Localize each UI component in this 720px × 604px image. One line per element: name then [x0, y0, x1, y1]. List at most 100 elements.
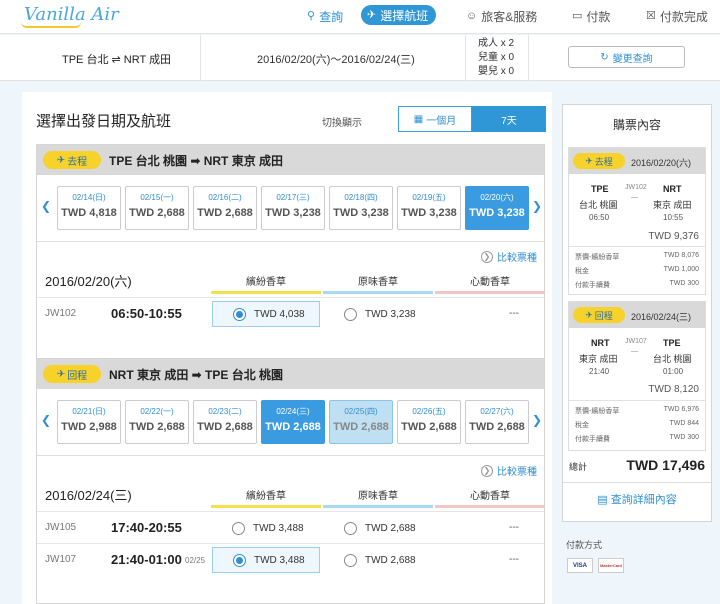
date-price: TWD 2,688 — [197, 421, 253, 433]
fee-value: TWD 300 — [669, 280, 699, 287]
grand-total-value: TWD 17,496 — [626, 457, 705, 473]
fee-label: 票價-繽紛香草 — [575, 254, 620, 261]
prev-week-arrow[interactable]: ❮ — [41, 413, 51, 427]
fare-header-plain: 原味香草 — [358, 277, 398, 288]
fare-option-plain[interactable]: TWD 3,238 — [324, 301, 432, 327]
dep-code: NRT — [591, 338, 610, 348]
sidebar-return-date: 2016/02/24(三) — [631, 312, 692, 322]
date-price: TWD 2,688 — [469, 421, 525, 433]
date-tab[interactable]: 02/16(二) TWD 2,688 — [193, 186, 257, 230]
flight-selection-panel: 選擇出發日期及航班 切換顯示 ▦ 一個月 7天 ✈ 去程 TPE 台北 桃園 ➡ N… — [22, 92, 552, 604]
grand-total-label: 總計 — [569, 462, 588, 472]
document-icon: ▤ — [597, 494, 608, 506]
outbound-header: ✈ 去程 TPE 台北 桃園 ➡ NRT 東京 成田 — [37, 145, 544, 175]
flight-dash: — — [631, 348, 638, 355]
outbound-date-carousel: ❮ ❯ 02/14(日) TWD 4,818 02/15(一) TWD 2,688 02… — [37, 175, 544, 241]
prev-week-arrow[interactable]: ❮ — [41, 199, 51, 213]
date-tab[interactable]: 02/23(二) TWD 2,688 — [193, 400, 257, 444]
date-tab[interactable]: 02/24(三) TWD 2,688 — [261, 400, 325, 444]
date-tab[interactable]: 02/27(六) TWD 2,688 — [465, 400, 529, 444]
nav-step-select-flight[interactable]: ✈ 選擇航班 — [361, 5, 437, 25]
sidebar-outbound: ✈ 去程 2016/02/20(六) TPE 台北 桃園 06:50 JW102 … — [568, 147, 706, 295]
fare-unavailable: --- — [509, 522, 519, 533]
radio-button[interactable] — [344, 521, 357, 535]
radio-button[interactable] — [233, 307, 246, 321]
date-label: 02/21(日) — [72, 407, 106, 416]
date-tab[interactable]: 02/25(四) TWD 2,688 — [329, 400, 393, 444]
sidebar-title: 購票內容 — [612, 118, 661, 132]
sidebar-return-tag: ✈ 回程 — [573, 307, 625, 323]
radio-button[interactable] — [232, 521, 245, 535]
calendar-icon: ▦ — [413, 113, 424, 125]
toggle-month-button[interactable]: ▦ 一個月 — [398, 106, 472, 132]
date-tab[interactable]: 02/15(一) TWD 2,688 — [125, 186, 189, 230]
date-tab[interactable]: 02/26(五) TWD 2,688 — [397, 400, 461, 444]
sidebar-return: ✈ 回程 2016/02/24(三) NRT 東京 成田 21:40 JW107 … — [568, 301, 706, 451]
next-week-arrow[interactable]: ❯ — [532, 199, 542, 213]
check-icon: ☒ — [646, 9, 656, 22]
fare-price: TWD 3,238 — [365, 308, 416, 320]
date-tab[interactable]: 02/21(日) TWD 2,988 — [57, 400, 121, 444]
date-tab[interactable]: 02/22(一) TWD 2,688 — [125, 400, 189, 444]
next-week-arrow[interactable]: ❯ — [532, 413, 542, 427]
date-tab[interactable]: 02/19(五) TWD 3,238 — [397, 186, 461, 230]
brand-logo[interactable]: Vanilla Air — [21, 4, 119, 28]
fare-bar-1 — [211, 291, 321, 294]
fare-option-plain[interactable]: TWD 2,688 — [324, 547, 432, 573]
segment-total: TWD 8,120 — [648, 384, 699, 395]
fare-unavailable: --- — [509, 554, 519, 565]
nav-step-payment[interactable]: ▭ 付款 — [572, 7, 610, 25]
flight-dash: — — [631, 194, 638, 201]
flight-number: JW102 — [45, 308, 77, 319]
date-label: 02/14(日) — [72, 193, 106, 202]
date-price: TWD 3,238 — [265, 207, 321, 219]
segment-total: TWD 9,376 — [648, 231, 699, 242]
flight-time: 17:40-20:55 — [111, 520, 182, 535]
change-search-button[interactable]: ↻ 變更查詢 — [568, 46, 685, 68]
compare-fares-link[interactable]: ❯ 比較票種 — [481, 249, 537, 264]
date-label: 02/20(六) — [480, 193, 514, 202]
top-nav: Vanilla Air ⚲ 查詢 ✈ 選擇航班 ☺ 旅客&服務 ▭ 付款 ☒ 付款完成 — [0, 0, 720, 34]
date-label: 02/23(二) — [208, 407, 242, 416]
fare-option-plain[interactable]: TWD 2,688 — [324, 515, 432, 541]
view-details-link[interactable]: ▤ 查詢詳細內容 — [563, 491, 711, 507]
radio-button[interactable] — [344, 307, 357, 321]
nav-step-passenger[interactable]: ☺ 旅客&服務 — [466, 7, 537, 25]
refresh-icon: ↻ — [600, 51, 609, 63]
page-title: 選擇出發日期及航班 — [36, 113, 172, 130]
toggle-7day-button[interactable]: 7天 — [472, 106, 546, 132]
fare-option-blend[interactable]: TWD 3,488 — [212, 515, 320, 541]
date-label: 02/16(二) — [208, 193, 242, 202]
summary-passengers: 成人 x 2 兒童 x 0 嬰兒 x 0 — [478, 38, 515, 77]
date-label: 02/27(六) — [480, 407, 514, 416]
date-tab[interactable]: 02/17(三) TWD 3,238 — [261, 186, 325, 230]
compare-fares-link[interactable]: ❯ 比較票種 — [481, 463, 537, 478]
date-label: 02/19(五) — [412, 193, 446, 202]
outbound-flight-date: 2016/02/20(六) — [45, 274, 132, 289]
summary-route: TPE 台北 ⇌ NRT 成田 — [62, 54, 172, 66]
fare-price: TWD 4,038 — [254, 308, 305, 320]
return-section: ✈ 回程 NRT 東京 成田 ➡ TPE 台北 桃園 ❮ ❯ 02/21(日) TW… — [36, 358, 545, 604]
dep-city: 台北 桃園 — [579, 200, 618, 210]
next-day-date: 02/25 — [185, 556, 206, 565]
fee-label: 稅金 — [575, 268, 589, 275]
chevron-right-icon: ❯ — [481, 464, 493, 477]
date-label: 02/26(五) — [412, 407, 446, 416]
arr-time: 10:55 — [663, 213, 684, 222]
nav-step-search[interactable]: ⚲ 查詢 — [307, 7, 343, 25]
plane-icon: ✈ — [585, 309, 593, 320]
date-price: TWD 2,688 — [197, 207, 253, 219]
date-label: 02/24(三) — [276, 407, 310, 416]
flight-row: JW102 06:50-10:55 TWD 4,038 TWD 3,238 --- — [37, 297, 544, 329]
sidebar-outbound-tag: ✈ 去程 — [573, 153, 625, 169]
fare-option-blend[interactable]: TWD 3,488 — [212, 547, 320, 573]
date-tab[interactable]: 02/18(四) TWD 3,238 — [329, 186, 393, 230]
plane-icon: ✈ — [367, 8, 377, 21]
fare-option-blend[interactable]: TWD 4,038 — [212, 301, 320, 327]
date-tab[interactable]: 02/20(六) TWD 3,238 — [465, 186, 529, 230]
radio-button[interactable] — [344, 553, 357, 567]
date-tab[interactable]: 02/14(日) TWD 4,818 — [57, 186, 121, 230]
dep-time: 21:40 — [589, 367, 610, 376]
nav-step-complete[interactable]: ☒ 付款完成 — [646, 7, 708, 25]
radio-button[interactable] — [233, 553, 246, 567]
